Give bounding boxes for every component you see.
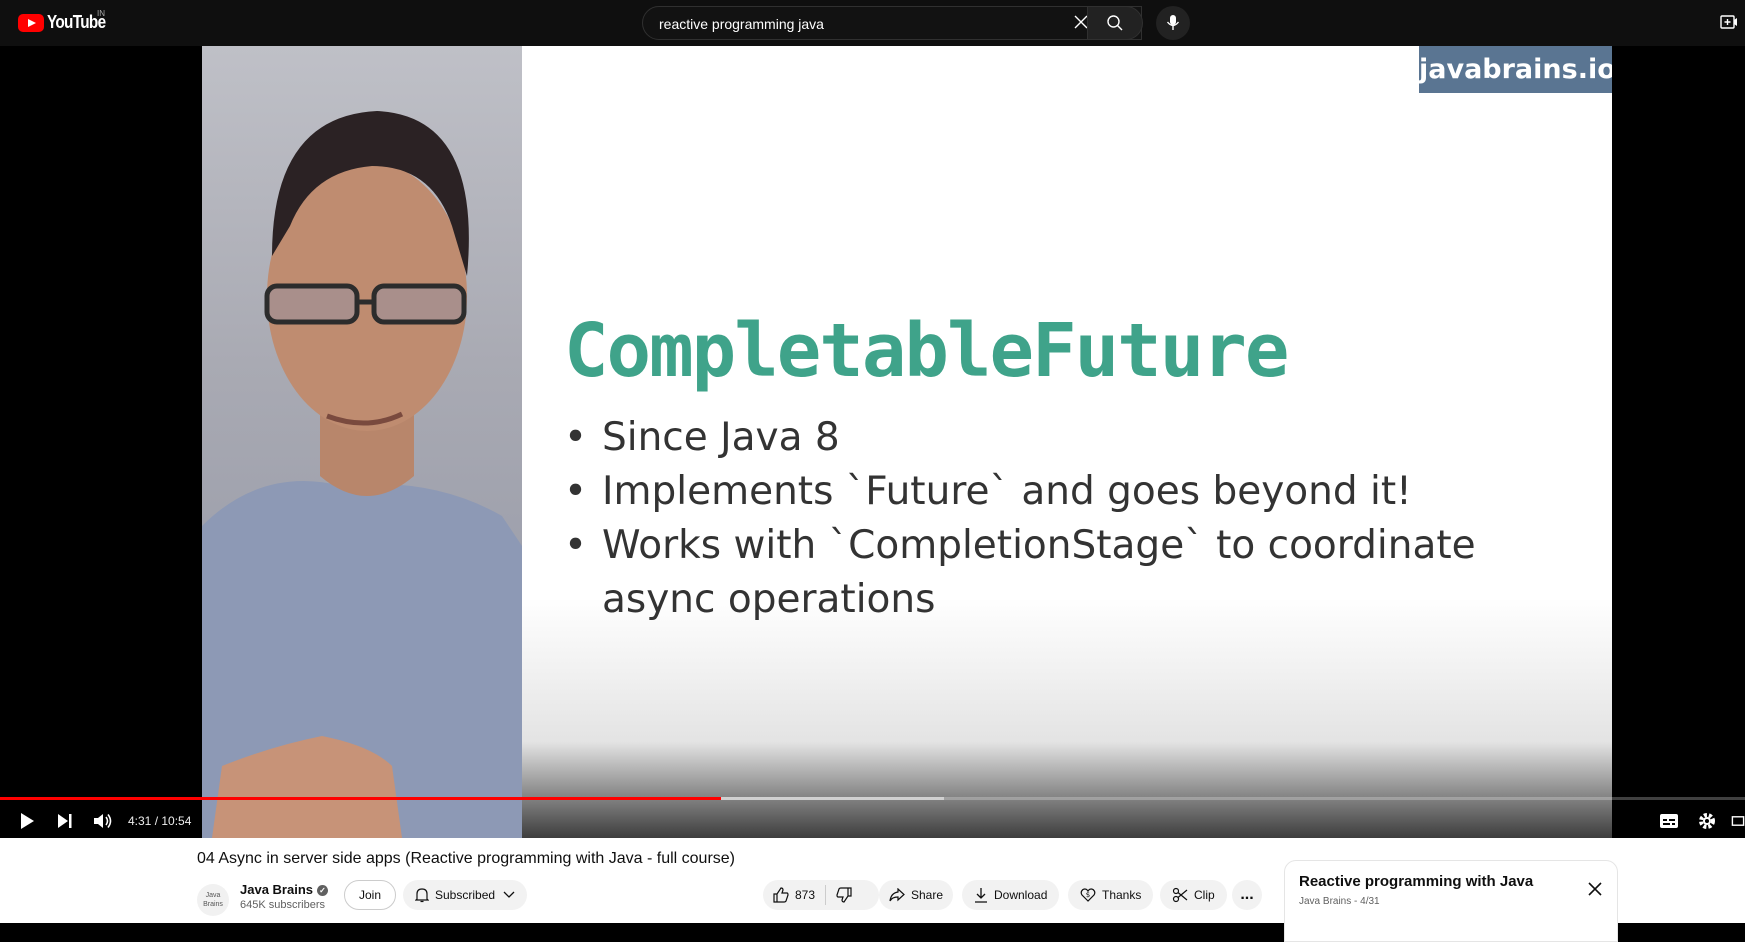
volume-icon xyxy=(94,814,112,828)
share-button[interactable]: Share xyxy=(879,880,954,910)
search-button[interactable] xyxy=(1087,6,1143,40)
search-input[interactable] xyxy=(657,7,1061,41)
download-button[interactable]: Download xyxy=(962,880,1060,910)
video-title: 04 Async in server side apps (Reactive p… xyxy=(197,850,735,867)
create-icon[interactable] xyxy=(1720,13,1738,31)
subtitles-icon xyxy=(1660,814,1678,828)
search-box xyxy=(642,6,1142,41)
share-label: Share xyxy=(911,888,944,902)
subscribe-button[interactable]: Subscribed xyxy=(403,880,528,910)
player-controls: 4:31 / 10:54 xyxy=(0,804,1745,838)
like-icon[interactable] xyxy=(773,887,789,903)
slide-bullet: Works with `CompletionStage` to coordina… xyxy=(564,519,1584,627)
watermark: javabrains.io xyxy=(1419,46,1612,93)
svg-text:$: $ xyxy=(1086,891,1090,899)
more-actions-button[interactable]: ... xyxy=(1232,880,1262,910)
thanks-icon: $ xyxy=(1080,888,1096,902)
divider xyxy=(825,885,827,905)
top-bar: YouTube IN xyxy=(0,0,1745,46)
like-dislike-group: 873 xyxy=(763,880,879,910)
close-icon[interactable] xyxy=(1585,879,1605,899)
next-icon xyxy=(58,814,72,828)
join-button[interactable]: Join xyxy=(344,880,397,910)
channel-name-text[interactable]: Java Brains xyxy=(240,882,313,897)
youtube-logo[interactable]: YouTube IN xyxy=(18,9,116,33)
theater-mode-button[interactable] xyxy=(1731,804,1745,838)
play-icon xyxy=(21,813,34,829)
progress-bar[interactable] xyxy=(0,797,1745,800)
search-icon xyxy=(1107,15,1123,31)
verified-icon: ✓ xyxy=(317,885,328,896)
settings-icon xyxy=(1699,813,1715,829)
download-icon xyxy=(975,888,987,903)
thanks-button[interactable]: $ Thanks xyxy=(1068,880,1154,910)
speaker-figure xyxy=(202,111,522,838)
scissors-icon xyxy=(1172,887,1188,903)
join-label: Join xyxy=(359,888,382,902)
slide-bullet: Since Java 8 xyxy=(564,411,1584,465)
like-count[interactable]: 873 xyxy=(795,888,815,902)
video-frame[interactable]: javabrains.io CompletableFuture Since Ja… xyxy=(202,46,1612,838)
video-info: 04 Async in server side apps (Reactive p… xyxy=(0,838,1745,942)
theater-icon xyxy=(1731,816,1745,826)
mute-button[interactable] xyxy=(90,804,116,838)
clip-button[interactable]: Clip xyxy=(1160,880,1227,910)
dislike-icon[interactable] xyxy=(836,887,852,903)
slide-title: CompletableFuture xyxy=(564,308,1289,394)
speaker-video xyxy=(202,46,522,838)
clip-label: Clip xyxy=(1194,888,1215,902)
more-icon: ... xyxy=(1240,886,1254,903)
next-button[interactable] xyxy=(52,804,78,838)
subscriber-count: 645K subscribers xyxy=(240,899,325,911)
settings-button[interactable] xyxy=(1694,804,1720,838)
share-icon xyxy=(889,888,905,902)
time-display: 4:31 / 10:54 xyxy=(128,814,192,828)
region-code: IN xyxy=(97,9,105,18)
slide-bullet-list: Since Java 8 Implements `Future` and goe… xyxy=(564,411,1584,627)
youtube-logo-icon xyxy=(18,13,44,32)
playlist-meta: Java Brains - 4/31 xyxy=(1299,896,1380,907)
bell-icon xyxy=(415,888,429,903)
subscribe-label: Subscribed xyxy=(435,888,496,902)
channel-name[interactable]: Java Brains ✓ xyxy=(240,882,328,897)
play-button[interactable] xyxy=(14,804,40,838)
mic-icon xyxy=(1166,15,1180,30)
playlist-title[interactable]: Reactive programming with Java xyxy=(1299,873,1533,890)
progress-played xyxy=(0,797,721,800)
subtitles-button[interactable] xyxy=(1656,804,1682,838)
thanks-label: Thanks xyxy=(1102,888,1142,902)
slide-bullet: Implements `Future` and goes beyond it! xyxy=(564,465,1584,519)
slide: javabrains.io CompletableFuture Since Ja… xyxy=(522,46,1612,838)
chevron-down-icon xyxy=(503,891,515,898)
voice-search-button[interactable] xyxy=(1156,6,1190,40)
video-player[interactable]: javabrains.io CompletableFuture Since Ja… xyxy=(0,46,1745,838)
download-label: Download xyxy=(994,888,1048,902)
playlist-panel: Reactive programming with Java Java Brai… xyxy=(1284,860,1618,942)
avatar[interactable]: Java Brains xyxy=(197,884,229,916)
